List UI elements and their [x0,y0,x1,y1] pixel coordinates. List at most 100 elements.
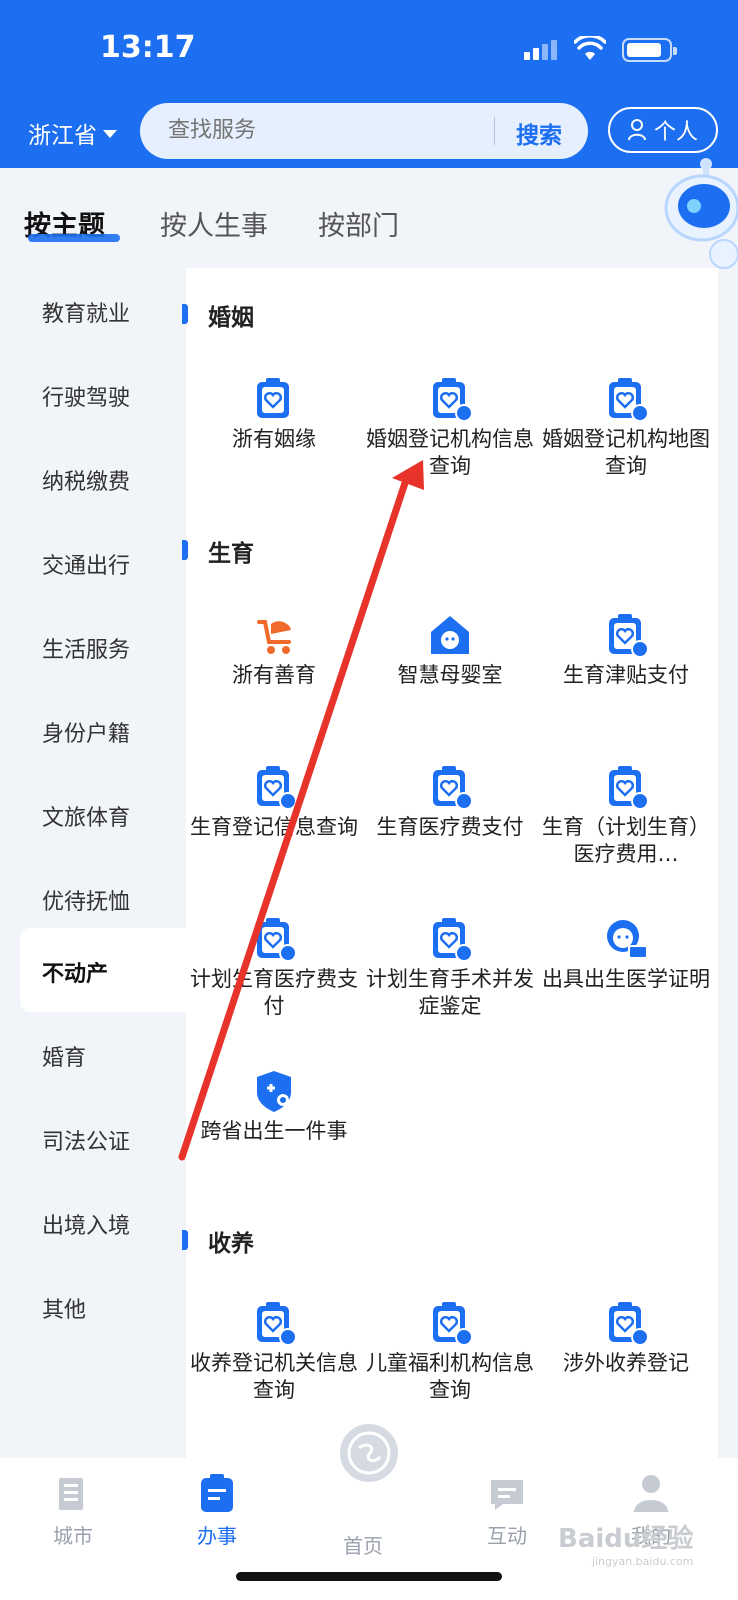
nav-label: 城市 [53,1524,93,1548]
clipboard-baby-icon [607,612,649,658]
header-bar: 13:17 浙江省 搜索 个人 [0,0,738,168]
sidebar-item-label: 优待抚恤 [42,890,131,915]
sidebar-item-identity[interactable]: 身份户籍 [0,688,186,772]
cellular-signal-icon [524,40,557,60]
service-tile[interactable]: 计划生育手术并发症鉴定 [362,916,538,1020]
nav-item-tasks[interactable]: 办事 [172,1472,262,1549]
user-icon [634,1475,668,1512]
nav-label: 办事 [197,1524,237,1548]
sidebar-item-label: 身份户籍 [42,722,131,747]
service-label: 出具出生医学证明 [542,967,710,991]
service-tile[interactable]: 生育登记信息查询 [186,764,362,841]
tab-by-department[interactable]: 按部门 [318,204,399,243]
service-tile[interactable]: 智慧母婴室 [362,612,538,689]
nav-item-home[interactable]: 首页 [318,1524,408,1559]
clipboard-baby-icon [607,764,649,810]
sidebar-item-marriage-birth[interactable]: 婚育 [0,1012,186,1096]
house-baby-icon [431,616,469,654]
sidebar-item-label: 司法公证 [42,1130,131,1155]
sidebar-item-education[interactable]: 教育就业 [0,268,186,352]
search-button[interactable]: 搜索 [516,116,562,150]
nav-item-city[interactable]: 城市 [28,1472,118,1549]
service-tile[interactable]: 浙有姻缘 [186,376,362,453]
sidebar-item-label: 行驶驾驶 [42,386,131,411]
clipboard-baby-icon [255,764,297,810]
sidebar-item-label: 其他 [42,1298,87,1323]
service-label: 婚姻登记机构信息查询 [366,427,534,478]
clipboard-heart-edit-icon [607,376,649,422]
nav-label: 互动 [487,1524,527,1548]
sidebar-item-notary[interactable]: 司法公证 [0,1096,186,1180]
service-tile[interactable]: 生育（计划生育）医疗费用… [538,764,714,868]
home-logo-icon[interactable] [336,1420,402,1486]
service-tile[interactable]: 婚姻登记机构地图查询 [538,376,714,480]
sidebar-item-label: 纳税缴费 [42,470,131,495]
service-tile[interactable]: 生育津贴支付 [538,612,714,689]
service-tile[interactable]: 出具出生医学证明 [538,916,714,993]
personal-button[interactable]: 个人 [608,107,718,153]
service-tile[interactable]: 跨省出生一件事 [186,1068,362,1145]
battery-icon [622,38,677,62]
service-tile[interactable]: 涉外收养登记 [538,1300,714,1377]
clipboard-heart-edit-icon [431,376,473,422]
sidebar-item-culture-sports[interactable]: 文旅体育 [0,772,186,856]
region-selector[interactable]: 浙江省 [28,116,117,150]
search-bar[interactable]: 搜索 [140,103,588,159]
home-indicator [236,1572,502,1581]
service-label: 计划生育医疗费支付 [190,967,358,1018]
service-tile[interactable]: 计划生育医疗费支付 [186,916,362,1020]
service-label: 浙有善育 [232,663,316,687]
sidebar-item-driving[interactable]: 行驶驾驶 [0,352,186,436]
clipboard-heart-icon [255,376,291,420]
nav-item-interact[interactable]: 互动 [462,1472,552,1549]
service-tile[interactable]: 生育医疗费支付 [362,764,538,841]
section-marker [182,540,188,560]
service-label: 收养登记机关信息查询 [190,1351,358,1402]
section-title-birth: 生育 [208,541,254,567]
sidebar-item-label: 教育就业 [42,302,131,327]
section-title-marriage: 婚姻 [208,305,254,331]
clipboard-baby-icon [431,764,473,810]
sidebar-item-label: 生活服务 [42,638,131,663]
chat-icon [491,1480,523,1510]
services-panel: 婚姻 浙有姻缘 婚姻登记机构信息查询 婚姻登记机构地图查询 生育 浙有善育 智慧… [182,268,718,1468]
status-time: 13:17 [100,30,196,65]
service-label: 涉外收养登记 [563,1351,689,1375]
service-label: 生育医疗费支付 [376,815,524,839]
service-label: 生育津贴支付 [563,663,689,687]
region-label: 浙江省 [28,123,97,149]
sidebar-item-life-services[interactable]: 生活服务 [0,604,186,688]
service-tile[interactable]: 浙有善育 [186,612,362,689]
service-tile[interactable]: 婚姻登记机构信息查询 [362,376,538,480]
service-label: 计划生育手术并发症鉴定 [366,967,534,1018]
sidebar-item-label: 出境入境 [42,1214,131,1239]
sidebar-item-tax[interactable]: 纳税缴费 [0,436,186,520]
sidebar-item-other[interactable]: 其他 [0,1264,186,1348]
clipboard-heart-hand-icon [255,1300,297,1346]
watermark-url: jingyan.baidu.com [591,1555,694,1568]
nav-label: 首页 [343,1534,383,1558]
service-tile[interactable]: 收养登记机关信息查询 [186,1300,362,1404]
section-marker [182,304,188,324]
city-icon [59,1478,83,1510]
tab-by-life-event[interactable]: 按人生事 [160,204,268,243]
clipboard-baby-icon [255,916,297,962]
tasks-icon [201,1474,233,1512]
personal-button-label: 个人 [653,120,698,145]
shield-baby-icon [257,1071,291,1112]
search-divider [494,117,495,145]
clipboard-heart-hand-icon [607,1300,649,1346]
sidebar-item-label: 交通出行 [42,554,131,579]
sidebar-item-label: 文旅体育 [42,806,131,831]
category-tabs: 按主题 按人生事 按部门 [0,168,738,272]
section-marker [182,1230,188,1250]
clipboard-baby-icon [431,916,473,962]
sidebar-item-exit-entry[interactable]: 出境入境 [0,1180,186,1264]
sidebar-item-label: 婚育 [42,1046,87,1071]
service-tile[interactable]: 儿童福利机构信息查询 [362,1300,538,1404]
search-input[interactable] [168,118,468,143]
service-label: 跨省出生一件事 [200,1119,348,1143]
sidebar-item-real-estate[interactable]: 不动产 [20,928,186,1012]
service-label: 生育（计划生育）医疗费用… [542,815,710,866]
sidebar-item-transport[interactable]: 交通出行 [0,520,186,604]
